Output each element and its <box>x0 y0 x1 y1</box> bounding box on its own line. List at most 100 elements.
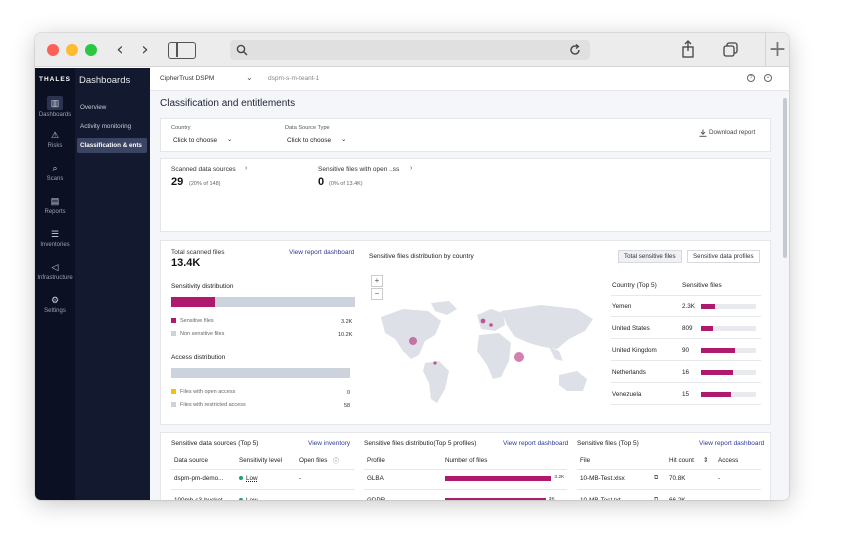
profiles-title: Sensitive files distributio(Top 5 profil… <box>364 440 477 447</box>
profiles-report-link[interactable]: View report dashboard <box>503 440 568 447</box>
search-icon <box>236 44 248 56</box>
help-icon[interactable]: ? <box>747 74 755 82</box>
hit-count: 66.2K <box>669 497 685 500</box>
non-sensitive-legend-label: Non sensitive files <box>180 331 225 337</box>
source-name[interactable]: 100mb-s3-bucket <box>174 497 223 500</box>
tabs-overview-icon[interactable] <box>723 42 739 58</box>
yemen-marker[interactable] <box>514 352 524 362</box>
rail-item-label: Infrastructure <box>37 275 73 281</box>
app: THALES ▥ Dashboards ⚠ Risks ⌕ Scans ▤ Reports ☰ I… <box>35 68 789 500</box>
country-value: 2.3K <box>682 303 695 310</box>
zoom-in-button[interactable]: + <box>371 275 383 287</box>
country-filter[interactable]: Click to choose <box>173 137 217 144</box>
sensitivity-level-text: Low <box>246 497 258 500</box>
table-divider <box>611 404 761 405</box>
country-bar-fill <box>701 304 715 309</box>
files-title: Sensitive files (Top 5) <box>577 440 639 447</box>
country-name: Yemen <box>612 303 632 310</box>
chevron-down-icon[interactable]: ⌄ <box>341 135 346 143</box>
rail-item-risks[interactable]: ⚠ Risks <box>35 129 75 149</box>
subnav-item-overview[interactable]: Overview <box>77 100 147 115</box>
open-access-value: 0 <box>347 390 351 396</box>
rail-item-scans[interactable]: ⌕ Scans <box>35 162 75 182</box>
uk-marker[interactable] <box>480 318 486 324</box>
open-files: - <box>299 497 301 500</box>
files-col-file: File <box>580 457 591 464</box>
venezuela-marker[interactable] <box>433 361 437 365</box>
us-marker[interactable] <box>409 337 417 345</box>
restricted-legend-swatch <box>171 402 176 407</box>
minimize-window-button[interactable] <box>66 44 78 56</box>
tenant-selector[interactable]: CipherTrust DSPM <box>160 75 214 82</box>
copy-icon[interactable]: ⧉ <box>654 497 658 500</box>
address-bar[interactable] <box>230 40 590 60</box>
toggle-sensitive-profiles[interactable]: Sensitive data profiles <box>687 250 760 263</box>
maximize-window-button[interactable] <box>85 44 97 56</box>
access-title: Access distribution <box>171 354 226 361</box>
user-icon[interactable]: • <box>764 74 772 82</box>
open-access-legend-swatch <box>171 389 176 394</box>
restricted-value: 58 <box>344 403 351 409</box>
profile-name: GDPR <box>367 497 385 500</box>
access-value: - <box>718 497 720 500</box>
scanned-sources-label[interactable]: Scanned data sources <box>171 166 236 173</box>
new-tab-button[interactable]: + <box>765 33 789 67</box>
file-name[interactable]: 10-MB-Test.xlsx <box>580 475 625 482</box>
distribution-card: Total scanned files 13.4K View report da… <box>160 240 771 425</box>
files-col-access: Access <box>718 457 739 464</box>
back-arrow-icon[interactable]: ‹ <box>111 40 129 60</box>
share-icon[interactable] <box>681 40 695 58</box>
rail-item-dashboards[interactable]: ▥ Dashboards <box>35 96 75 118</box>
copy-icon[interactable]: ⧉ <box>654 475 658 482</box>
file-name[interactable]: 10-MB-Test.txt <box>580 497 621 500</box>
page-title: Classification and entitlements <box>160 98 296 109</box>
rail-item-label: Reports <box>44 209 66 215</box>
view-inventory-link[interactable]: View inventory <box>308 440 350 447</box>
dashboard-icon: ▥ <box>47 96 63 110</box>
rail-item-settings[interactable]: ⚙ Settings <box>35 294 75 314</box>
chevron-down-icon[interactable]: ⌄ <box>227 135 232 143</box>
chevron-right-icon[interactable]: › <box>410 165 412 172</box>
source-filter-label: Data Source Type <box>285 125 330 131</box>
download-icon[interactable] <box>699 129 707 137</box>
profiles-col-profile: Profile <box>367 457 385 464</box>
sidebar-toggle-icon[interactable] <box>168 42 196 59</box>
forward-arrow-icon[interactable]: › <box>136 40 154 60</box>
download-report-button[interactable]: Download report <box>709 129 755 136</box>
table-divider <box>611 360 761 361</box>
info-icon[interactable]: ⓘ <box>333 456 339 465</box>
sources-col-open: Open files <box>299 457 328 464</box>
open-access-files-sub: (0% of 13.4K) <box>329 181 363 187</box>
rail-item-infrastructure[interactable]: ◁ Infrastructure <box>35 261 75 281</box>
nl-marker[interactable] <box>489 323 493 327</box>
source-name[interactable]: dspm-pm-demo... <box>174 475 223 482</box>
files-report-link[interactable]: View report dashboard <box>699 440 764 447</box>
source-filter[interactable]: Click to choose <box>287 137 331 144</box>
subnav-item-activity-monitoring[interactable]: Activity monitoring <box>77 119 147 134</box>
subnav-item-classification[interactable]: Classification & ents <box>77 138 147 153</box>
access-bar <box>171 368 350 378</box>
toggle-total-sensitive[interactable]: Total sensitive files <box>618 250 682 263</box>
chevron-down-icon[interactable]: ⌄ <box>246 73 253 82</box>
view-report-dashboard-link[interactable]: View report dashboard <box>289 249 354 256</box>
chevron-right-icon[interactable]: › <box>245 165 247 172</box>
sensitive-value: 3.2K <box>341 319 353 325</box>
country-chart-title: Sensitive files distribution by country <box>369 253 474 260</box>
files-sort-icon[interactable]: ⇕ <box>703 457 708 464</box>
rail-item-reports[interactable]: ▤ Reports <box>35 195 75 215</box>
open-access-files-label[interactable]: Sensitive files with open ..ss <box>318 166 399 173</box>
scrollbar[interactable] <box>783 98 787 258</box>
sensitivity-title: Sensitivity distribution <box>171 283 234 290</box>
browser-window: ‹ › + THALES ▥ Dashboards ⚠ Risks ⌕ Scans ▤ Rep… <box>35 33 789 500</box>
world-map[interactable] <box>373 299 609 409</box>
icon-rail: THALES ▥ Dashboards ⚠ Risks ⌕ Scans ▤ Reports ☰ I… <box>35 68 75 500</box>
country-value: 16 <box>682 369 690 376</box>
tenant-sub: dspm-s-m-teant-1 <box>268 75 320 82</box>
browser-toolbar: ‹ › + <box>35 33 789 67</box>
close-window-button[interactable] <box>47 44 59 56</box>
reload-icon[interactable] <box>568 43 582 57</box>
table-divider <box>611 316 761 317</box>
profile-bar <box>445 476 552 481</box>
table-divider <box>611 382 761 383</box>
rail-item-inventories[interactable]: ☰ Inventories <box>35 228 75 248</box>
